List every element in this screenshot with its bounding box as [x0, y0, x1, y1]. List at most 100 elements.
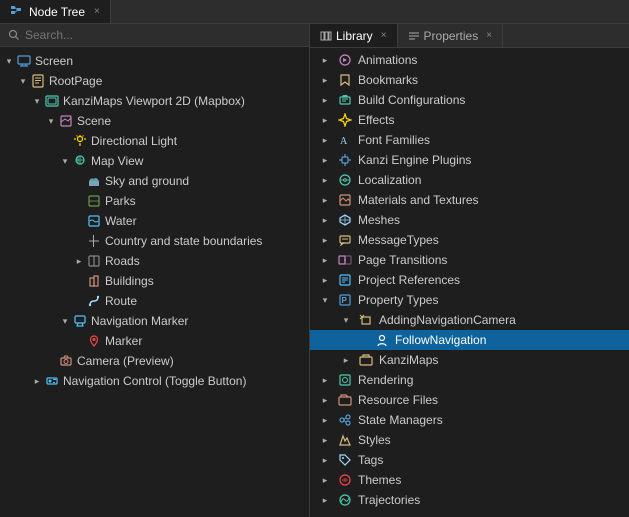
lib-icon-statemgr: [337, 412, 353, 428]
lib-item-follownav[interactable]: FollowNavigation: [310, 330, 629, 350]
skyground-icon: [86, 173, 102, 189]
lib-icon-styles: [337, 432, 353, 448]
tree-label-marker: Marker: [105, 334, 305, 348]
lib-item-trajectories[interactable]: Trajectories: [310, 490, 629, 510]
tree-item-marker[interactable]: Marker: [0, 331, 309, 351]
lib-item-pagetrans[interactable]: Page Transitions: [310, 250, 629, 270]
lib-item-tags[interactable]: Tags: [310, 450, 629, 470]
lib-arrow-addingnavcam: [339, 313, 353, 327]
tree-item-country[interactable]: Country and state boundaries: [0, 231, 309, 251]
left-panel: Screen RootPage KanziMaps Viewport 2D (M…: [0, 24, 310, 517]
lib-item-bookmarks[interactable]: Bookmarks: [310, 70, 629, 90]
lib-icon-animations: [337, 52, 353, 68]
lib-item-localization[interactable]: Localization: [310, 170, 629, 190]
lib-label-follownav: FollowNavigation: [395, 333, 486, 347]
svg-text:P: P: [342, 296, 348, 305]
lib-label-rendering: Rendering: [358, 373, 413, 387]
search-input[interactable]: [25, 28, 301, 42]
library-tab-close[interactable]: ×: [381, 30, 387, 41]
lib-item-effects[interactable]: Effects: [310, 110, 629, 130]
tree-item-screen[interactable]: Screen: [0, 51, 309, 71]
tree-item-scene[interactable]: Scene: [0, 111, 309, 131]
tree-item-buildings[interactable]: Buildings: [0, 271, 309, 291]
tree-item-camera[interactable]: Camera (Preview): [0, 351, 309, 371]
lib-arrow-resfiles: [318, 393, 332, 407]
tree-item-dirlight[interactable]: Directional Light: [0, 131, 309, 151]
properties-tab[interactable]: Properties ×: [398, 24, 504, 47]
tree-arrow-viewport: [30, 94, 44, 108]
lib-label-trajectories: Trajectories: [358, 493, 420, 507]
properties-tab-close[interactable]: ×: [486, 30, 492, 41]
lib-icon-tags: [337, 452, 353, 468]
tree-arrow-scene: [44, 114, 58, 128]
tree-item-rootpage[interactable]: RootPage: [0, 71, 309, 91]
lib-item-rendering[interactable]: Rendering: [310, 370, 629, 390]
lib-arrow-rendering: [318, 373, 332, 387]
tree-label-screen: Screen: [35, 54, 305, 68]
tree-arrow-navcontrol: [30, 374, 44, 388]
lib-label-tags: Tags: [358, 453, 383, 467]
lib-icon-proptypes: P: [337, 292, 353, 308]
tree-item-roads[interactable]: Roads: [0, 251, 309, 271]
lib-arrow-trajectories: [318, 493, 332, 507]
lib-item-projrefs[interactable]: Project References: [310, 270, 629, 290]
tree-item-water[interactable]: Water: [0, 211, 309, 231]
lib-item-styles[interactable]: Styles: [310, 430, 629, 450]
svg-text:A: A: [340, 136, 348, 147]
tree-item-viewport[interactable]: KanziMaps Viewport 2D (Mapbox): [0, 91, 309, 111]
lib-icon-projrefs: [337, 272, 353, 288]
tree-item-skyground[interactable]: Sky and ground: [0, 171, 309, 191]
tree-item-navcontrol[interactable]: Navigation Control (Toggle Button): [0, 371, 309, 391]
lib-icon-resfiles: [337, 392, 353, 408]
tree-arrow-navmarker: [58, 314, 72, 328]
lib-icon-kanzimaps: [358, 352, 374, 368]
node-tree-tab[interactable]: Node Tree ×: [0, 0, 111, 23]
tree-arrow-mapview: [58, 154, 72, 168]
marker-icon: [86, 333, 102, 349]
library-tab[interactable]: Library ×: [310, 24, 398, 47]
lib-icon-messagetypes: [337, 232, 353, 248]
lib-arrow-themes: [318, 473, 332, 487]
node-tree-tab-close[interactable]: ×: [94, 6, 100, 17]
lib-icon-addingnavcam: [358, 312, 374, 328]
lib-label-localization: Localization: [358, 173, 421, 187]
lib-arrow-fontfamilies: [318, 133, 332, 147]
lib-label-statemgr: State Managers: [358, 413, 443, 427]
lib-item-themes[interactable]: Themes: [310, 470, 629, 490]
lib-item-proptypes[interactable]: P Property Types: [310, 290, 629, 310]
lib-item-buildconfigs[interactable]: Build Configurations: [310, 90, 629, 110]
lib-item-kanzimaps[interactable]: KanziMaps: [310, 350, 629, 370]
lib-arrow-bookmarks: [318, 73, 332, 87]
lib-label-bookmarks: Bookmarks: [358, 73, 418, 87]
camera-icon: [58, 353, 74, 369]
lib-icon-buildconfigs: [337, 92, 353, 108]
lib-arrow-animations: [318, 53, 332, 67]
lib-arrow-effects: [318, 113, 332, 127]
lib-item-meshes[interactable]: Meshes: [310, 210, 629, 230]
lib-item-resfiles[interactable]: Resource Files: [310, 390, 629, 410]
lib-item-materials[interactable]: Materials and Textures: [310, 190, 629, 210]
lib-label-themes: Themes: [358, 473, 401, 487]
light-icon: [72, 133, 88, 149]
lib-item-animations[interactable]: Animations: [310, 50, 629, 70]
parks-icon: [86, 193, 102, 209]
main-layout: Screen RootPage KanziMaps Viewport 2D (M…: [0, 24, 629, 517]
lib-icon-follownav: [374, 332, 390, 348]
lib-item-addingnavcam[interactable]: AddingNavigationCamera: [310, 310, 629, 330]
tree-label-viewport: KanziMaps Viewport 2D (Mapbox): [63, 94, 305, 108]
right-tab-bar: Library × Properties ×: [310, 24, 629, 48]
tree-item-navmarker[interactable]: Navigation Marker: [0, 311, 309, 331]
lib-item-fontfamilies[interactable]: A Font Families: [310, 130, 629, 150]
tree-item-route[interactable]: Route: [0, 291, 309, 311]
node-tree-icon: [10, 5, 24, 19]
route-icon: [86, 293, 102, 309]
lib-item-kanziengine[interactable]: Kanzi Engine Plugins: [310, 150, 629, 170]
lib-icon-trajectories: [337, 492, 353, 508]
lib-label-kanziengine: Kanzi Engine Plugins: [358, 153, 471, 167]
search-icon: [8, 29, 20, 41]
viewport-icon: [44, 93, 60, 109]
lib-item-statemgr[interactable]: State Managers: [310, 410, 629, 430]
tree-item-mapview[interactable]: Map View: [0, 151, 309, 171]
tree-item-parks[interactable]: Parks: [0, 191, 309, 211]
lib-item-messagetypes[interactable]: MessageTypes: [310, 230, 629, 250]
